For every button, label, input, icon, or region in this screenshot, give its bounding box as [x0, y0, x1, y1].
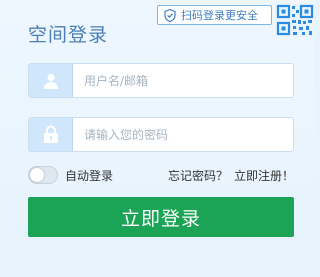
- shield-icon: [164, 8, 176, 22]
- auto-login-toggle[interactable]: [28, 166, 58, 184]
- toggle-knob: [30, 168, 44, 182]
- password-input[interactable]: [73, 118, 293, 151]
- username-input[interactable]: [73, 64, 293, 97]
- user-icon: [43, 73, 58, 89]
- username-icon-box: [29, 64, 73, 97]
- password-icon-box: [29, 118, 73, 151]
- page-title: 空间登录: [28, 24, 109, 46]
- auto-login-label: 自动登录: [65, 168, 114, 183]
- register-link[interactable]: 立即注册！: [234, 167, 294, 184]
- login-options: 自动登录 忘记密码？ 立即注册！: [28, 164, 294, 186]
- login-button[interactable]: 立即登录: [28, 197, 294, 237]
- qr-code-icon[interactable]: [275, 3, 315, 37]
- lock-icon: [43, 125, 58, 143]
- qr-login-badge[interactable]: 扫码登录更安全: [157, 5, 272, 25]
- login-panel: 空间登录 扫码登录更安全 用户名/邮箱 自动登录 忘记密码？ 立即注册！ 立即登…: [0, 0, 315, 277]
- qr-badge-text: 扫码登录更安全: [181, 9, 258, 22]
- password-field: [28, 117, 294, 152]
- username-field: [28, 63, 294, 98]
- forgot-password-link[interactable]: 忘记密码？: [168, 167, 228, 184]
